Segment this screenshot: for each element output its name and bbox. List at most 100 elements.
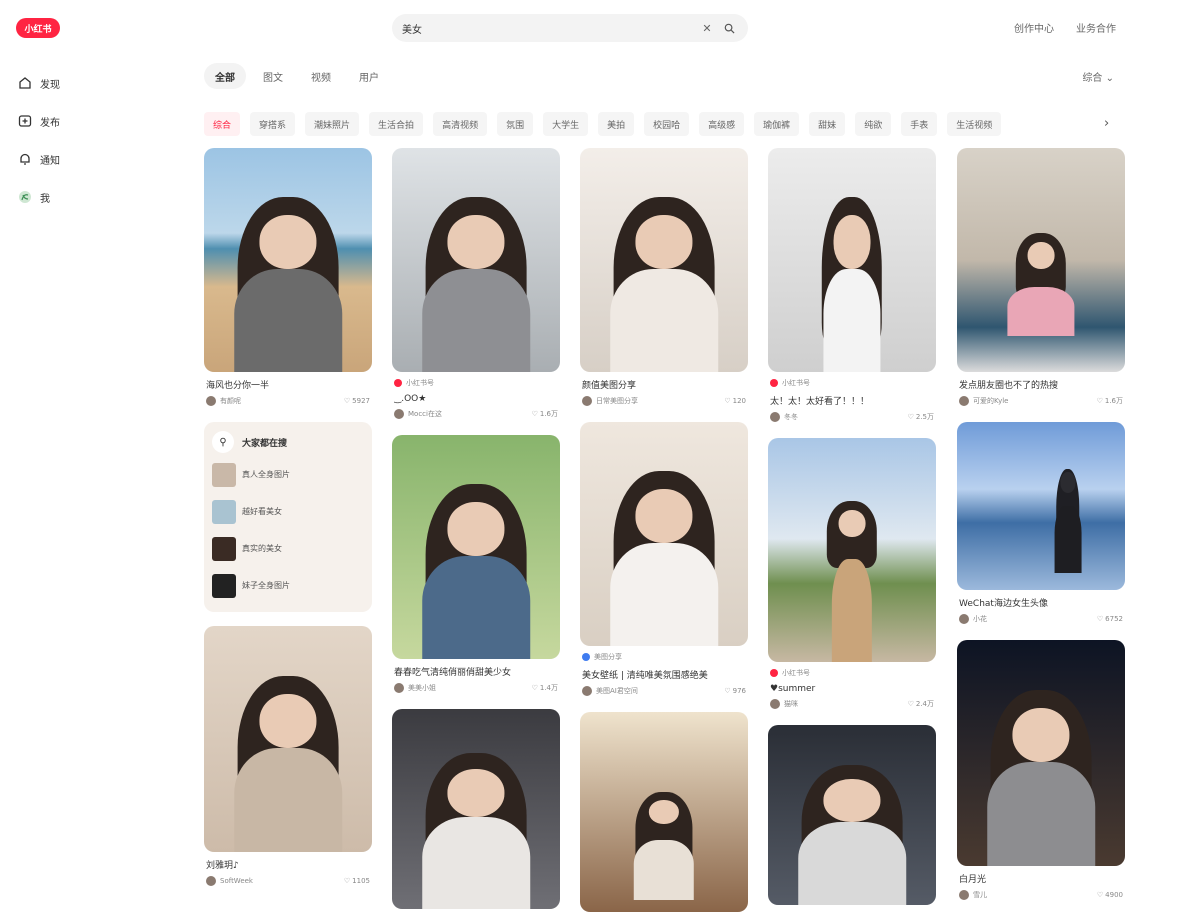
note-image (204, 148, 372, 372)
heart-icon[interactable]: ♡ (344, 877, 350, 885)
heart-icon[interactable]: ♡ (532, 684, 538, 692)
note-image (768, 725, 936, 905)
heart-icon[interactable]: ♡ (1097, 891, 1103, 899)
search-input[interactable] (402, 22, 694, 34)
note-card[interactable] (580, 712, 748, 912)
feed-column: 小红书号 太！太！太好看了！！！ 冬冬 ♡ 2.5万 小红书号 ♥summer 猫咪… (768, 148, 936, 916)
sort-dropdown[interactable]: 综合 ⌄ (1082, 69, 1114, 84)
like-count: 5927 (352, 397, 370, 405)
top-links: 创作中心 业务合作 (1014, 20, 1116, 35)
close-icon[interactable]: ✕ (698, 19, 716, 37)
heart-icon[interactable]: ♡ (908, 413, 914, 421)
nav-notifications[interactable]: 通知 (14, 140, 164, 178)
tab-users[interactable]: 用户 (348, 63, 390, 89)
chip[interactable]: 穿搭系 (250, 112, 296, 136)
nav-discover-label: 发现 (40, 79, 60, 91)
like-count: 976 (732, 687, 746, 695)
chip[interactable]: 美拍 (598, 112, 635, 136)
chip[interactable]: 纯欲 (855, 112, 892, 136)
note-card[interactable]: WeChat海边女生头像 小花 ♡ 6752 (957, 422, 1125, 624)
note-card[interactable]: 颜值美图分享 日常美图分享 ♡ 120 (580, 148, 748, 406)
creator-center-link[interactable]: 创作中心 (1014, 20, 1054, 35)
heart-icon[interactable]: ♡ (1097, 397, 1103, 405)
suggestion-label: 妹子全身图片 (242, 581, 290, 590)
note-card[interactable]: 小红书号 太！太！太好看了！！！ 冬冬 ♡ 2.5万 (768, 148, 936, 422)
chip[interactable]: 甜妹 (809, 112, 846, 136)
like-count: 1105 (352, 877, 370, 885)
type-tabs: 全部 图文 视频 用户 (204, 63, 390, 89)
heart-icon[interactable]: ♡ (532, 410, 538, 418)
note-title: 白月光 (959, 875, 987, 885)
note-title: 颜值美图分享 (582, 381, 637, 391)
nav-notifications-label: 通知 (40, 155, 60, 167)
author-name: 美图AI君空间 (596, 687, 638, 695)
chip[interactable]: 高级感 (699, 112, 745, 136)
chevron-right-icon[interactable]: › (1104, 116, 1109, 131)
heart-icon[interactable]: ♡ (908, 700, 914, 708)
feed-column: 小红书号 ‿.OO★ Mocci在这 ♡ 1.6万 春春吃气清纯俏丽俏甜美少女 美美… (392, 148, 560, 916)
note-tag: 美图分享 (582, 652, 748, 662)
author-name: 雪儿 (973, 891, 987, 899)
logo[interactable]: 小红书 (16, 18, 60, 38)
note-card[interactable]: 海风也分你一半 有颜呢 ♡ 5927 (204, 148, 372, 406)
tab-image-text[interactable]: 图文 (252, 63, 294, 89)
note-card[interactable]: 小红书号 ‿.OO★ Mocci在这 ♡ 1.6万 (392, 148, 560, 419)
heart-icon[interactable]: ♡ (724, 397, 730, 405)
tab-video[interactable]: 视频 (300, 63, 342, 89)
author-name: 冬冬 (784, 413, 798, 421)
chip[interactable]: 手表 (901, 112, 938, 136)
chip[interactable]: 校园哈 (644, 112, 690, 136)
chip[interactable]: 潮妹照片 (305, 112, 360, 136)
nav-profile[interactable]: 我 (14, 178, 164, 216)
like-count: 120 (732, 397, 746, 405)
search-icon: ⚲ (212, 431, 234, 453)
note-card[interactable] (392, 709, 560, 909)
suggestion-item[interactable]: 真人全身图片 (212, 456, 364, 493)
author-name: SoftWeek (220, 877, 253, 885)
tab-all[interactable]: 全部 (204, 63, 246, 89)
publish-icon (18, 115, 32, 127)
author-name: 美美小姐 (408, 684, 436, 692)
heart-icon[interactable]: ♡ (724, 687, 730, 695)
note-tag: 小红书号 (394, 378, 560, 388)
chip[interactable]: 生活合拍 (369, 112, 424, 136)
nav-publish[interactable]: 发布 (14, 102, 164, 140)
chip[interactable]: 瑜伽裤 (754, 112, 800, 136)
note-card[interactable]: 刘雅玥♪ SoftWeek ♡ 1105 (204, 626, 372, 886)
chip[interactable]: 大学生 (543, 112, 589, 136)
note-image (957, 422, 1125, 590)
business-link[interactable]: 业务合作 (1076, 20, 1116, 35)
nav-discover[interactable]: 发现 (14, 64, 164, 102)
chip[interactable]: 氛围 (497, 112, 534, 136)
chip[interactable]: 综合 (204, 112, 241, 136)
avatar (582, 686, 592, 696)
chip[interactable]: 生活视频 (947, 112, 1002, 136)
note-card[interactable]: 发点朋友圈也不了的热搜 可爱的Kyle ♡ 1.6万 (957, 148, 1125, 406)
home-icon (19, 77, 31, 89)
note-title: 美女壁纸 | 清纯唯美氛围感绝美 (582, 671, 708, 681)
related-searches: ⚲ 大家都在搜 真人全身图片 越好看美女 真实的美女 妹子全身图片 (204, 422, 372, 612)
suggestion-item[interactable]: 越好看美女 (212, 493, 364, 530)
like-count: 2.5万 (915, 413, 934, 421)
note-card[interactable]: 小红书号 ♥summer 猫咪 ♡ 2.4万 (768, 438, 936, 709)
note-card[interactable]: 美图分享 美女壁纸 | 清纯唯美氛围感绝美 美图AI君空间 ♡ 976 (580, 422, 748, 696)
note-image (768, 438, 936, 662)
avatar (206, 396, 216, 406)
heart-icon[interactable]: ♡ (1097, 615, 1103, 623)
chip[interactable]: 高清视频 (433, 112, 488, 136)
note-image (392, 709, 560, 909)
search-icon[interactable] (720, 19, 738, 37)
note-image (392, 435, 560, 659)
heart-icon[interactable]: ♡ (344, 397, 350, 405)
note-card[interactable] (768, 725, 936, 905)
note-tag: 小红书号 (770, 668, 936, 678)
suggestion-item[interactable]: 真实的美女 (212, 530, 364, 567)
note-card[interactable]: 春春吃气清纯俏丽俏甜美少女 美美小姐 ♡ 1.4万 (392, 435, 560, 693)
author-name: 日常美图分享 (596, 397, 638, 405)
app: 小红书 发现 发布 通知 我 ✕ 创作中心 业务合作 全部 图文 视频 (0, 0, 1196, 916)
note-title: 春春吃气清纯俏丽俏甜美少女 (394, 668, 512, 678)
nav-profile-label: 我 (40, 193, 50, 205)
note-card[interactable]: 白月光 雪儿 ♡ 4900 (957, 640, 1125, 900)
suggestion-item[interactable]: 妹子全身图片 (212, 567, 364, 604)
avatar (959, 890, 969, 900)
